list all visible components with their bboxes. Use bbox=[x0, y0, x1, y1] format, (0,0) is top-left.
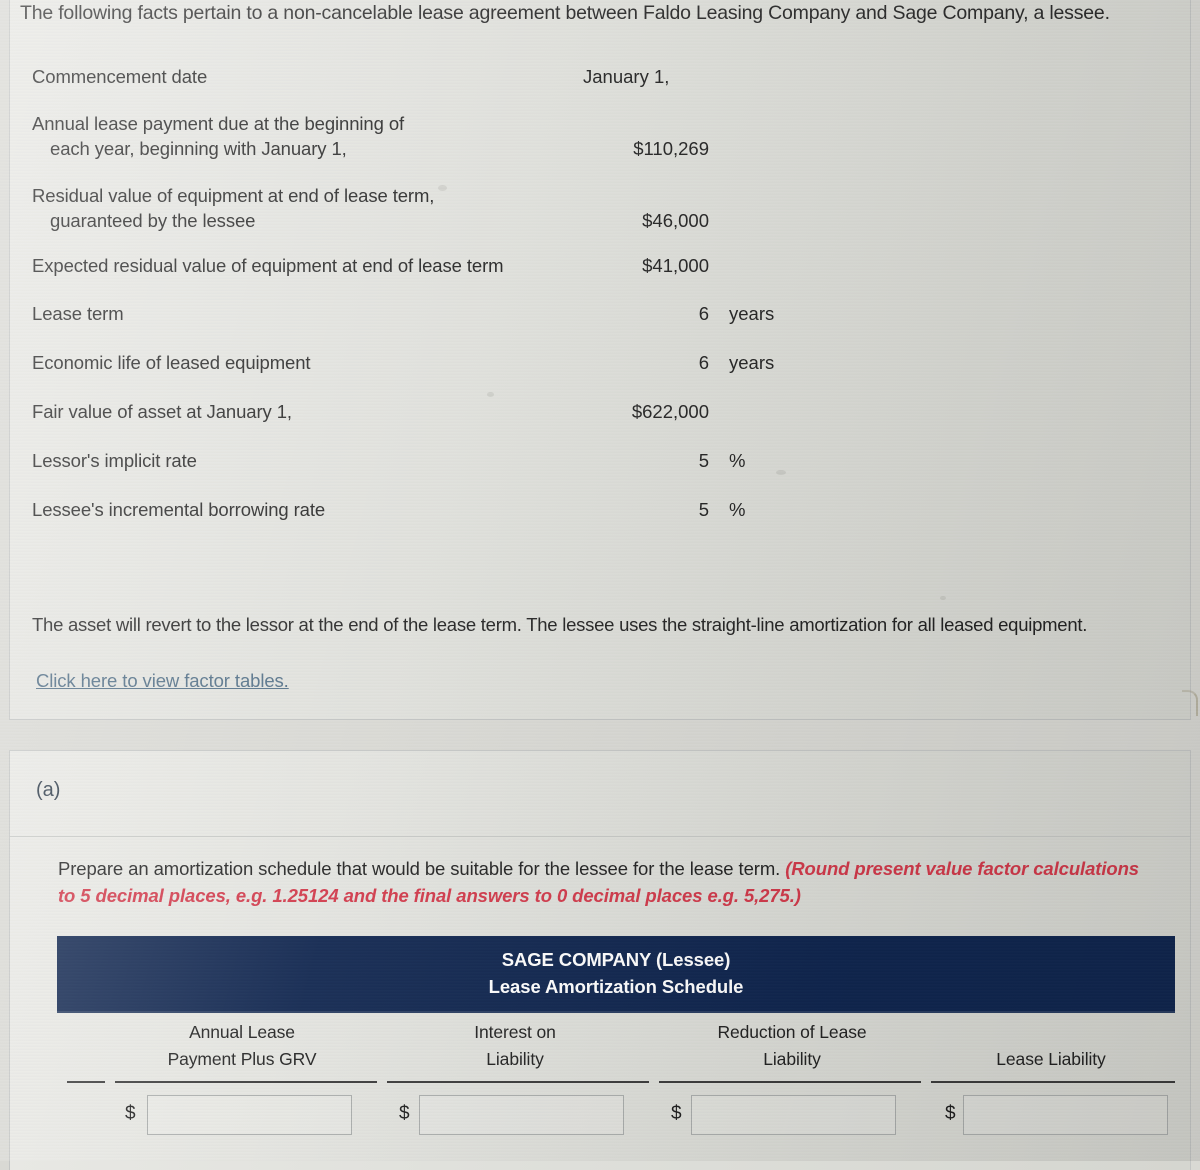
fact-row-annual-lease-payment: Annual lease payment due at the beginnin… bbox=[32, 111, 1172, 161]
column-rule-annual-lease-payment bbox=[115, 1081, 377, 1083]
currency-symbol-interest-on-liability: $ bbox=[399, 1103, 410, 1124]
fact-label: Lessee's incremental borrowing rate bbox=[32, 497, 577, 522]
fact-row-lease-term: Lease term 6 years bbox=[32, 301, 1172, 326]
fact-label-line1: Expected residual value of equipment at … bbox=[32, 255, 504, 276]
fact-label-line1: Residual value of equipment at end of le… bbox=[32, 185, 435, 206]
column-header-line1: Interest on bbox=[474, 1022, 556, 1042]
fact-label: Annual lease payment due at the beginnin… bbox=[32, 111, 577, 161]
fact-label: Lease term bbox=[32, 301, 577, 326]
schedule-column-headers: Annual Lease Payment Plus GRV Interest o… bbox=[57, 1013, 1175, 1085]
column-header-interest-on-liability: Interest on Liability bbox=[385, 1019, 645, 1073]
fact-unit: % bbox=[729, 499, 746, 520]
column-header-line1: Reduction of Lease bbox=[717, 1022, 867, 1042]
lease-amortization-schedule: SAGE COMPANY (Lessee) Lease Amortization… bbox=[57, 936, 1175, 1159]
fact-unit: % bbox=[729, 450, 746, 471]
factor-tables-link[interactable]: Click here to view factor tables. bbox=[36, 670, 289, 692]
part-divider bbox=[10, 836, 1190, 837]
column-header-line2: Liability bbox=[763, 1049, 821, 1069]
fact-label-line2: guaranteed by the lessee bbox=[50, 210, 256, 231]
fact-row-lessor-implicit-rate: Lessor's implicit rate 5 % bbox=[32, 448, 1172, 473]
fact-row-residual-value-guaranteed: Residual value of equipment at end of le… bbox=[32, 183, 1172, 233]
fact-label: Economic life of leased equipment bbox=[32, 350, 577, 375]
fact-label: Fair value of asset at January 1, bbox=[32, 399, 577, 424]
currency-symbol-annual-lease-payment: $ bbox=[125, 1103, 136, 1124]
fact-row-economic-life: Economic life of leased equipment 6 year… bbox=[32, 350, 1172, 375]
fact-label: Residual value of equipment at end of le… bbox=[32, 183, 577, 233]
fact-row-lessee-borrowing-rate: Lessee's incremental borrowing rate 5 % bbox=[32, 497, 1172, 522]
input-interest-on-liability[interactable] bbox=[419, 1095, 624, 1135]
prompt-plain-text: Prepare an amortization schedule that wo… bbox=[58, 858, 786, 879]
fact-label-line1: Economic life of leased equipment bbox=[32, 352, 311, 373]
fact-unit: years bbox=[729, 352, 775, 373]
fact-unit: years bbox=[729, 303, 775, 324]
fact-row-expected-residual-value: Expected residual value of equipment at … bbox=[32, 253, 1172, 278]
exercise-page: The following facts pertain to a non-can… bbox=[0, 0, 1200, 1170]
fact-label: Commencement date bbox=[32, 64, 577, 89]
fact-row-commencement-date: Commencement date January 1, bbox=[32, 64, 1172, 89]
fact-label-line1: Fair value of asset at January 1, bbox=[32, 401, 292, 422]
intro-text: The following facts pertain to a non-can… bbox=[20, 2, 1110, 24]
input-reduction-of-lease-liability[interactable] bbox=[691, 1095, 896, 1135]
fact-label-line1: Commencement date bbox=[32, 66, 208, 87]
column-rule-reduction-of-lease-liability bbox=[659, 1081, 921, 1083]
fact-label-line2: each year, beginning with January 1, bbox=[50, 138, 347, 159]
part-letter: (a) bbox=[36, 779, 61, 801]
column-header-line2: Liability bbox=[486, 1049, 544, 1069]
schedule-title-line1: SAGE COMPANY (Lessee) bbox=[501, 949, 731, 970]
lease-facts-list: Commencement date January 1, Annual leas… bbox=[32, 64, 1172, 534]
currency-symbol-lease-liability: $ bbox=[945, 1103, 956, 1124]
fact-value: 6 bbox=[698, 352, 709, 373]
fact-value: $46,000 bbox=[642, 210, 709, 231]
fact-row-fair-value: Fair value of asset at January 1, $622,0… bbox=[32, 399, 1172, 424]
column-header-annual-lease-payment: Annual Lease Payment Plus GRV bbox=[112, 1019, 372, 1073]
lease-facts-panel: The following facts pertain to a non-can… bbox=[9, 0, 1191, 720]
fact-value: 5 bbox=[698, 450, 709, 471]
schedule-input-row: $ $ $ $ bbox=[57, 1085, 1175, 1159]
schedule-title-bar: SAGE COMPANY (Lessee) Lease Amortization… bbox=[57, 936, 1175, 1013]
fact-label: Lessor's implicit rate bbox=[32, 448, 577, 473]
fact-label-line1: Lessor's implicit rate bbox=[32, 450, 197, 471]
fact-value: $110,269 bbox=[633, 138, 709, 159]
column-header-lease-liability: Lease Liability bbox=[927, 1046, 1175, 1073]
fact-value: $622,000 bbox=[631, 401, 709, 422]
asset-revert-note: The asset will revert to the lessor at t… bbox=[32, 614, 1088, 635]
schedule-title-line2: Lease Amortization Schedule bbox=[488, 976, 744, 997]
part-a-panel: (a) Prepare an amortization schedule tha… bbox=[9, 750, 1191, 1170]
column-header-line2: Lease Liability bbox=[996, 1049, 1106, 1069]
column-header-line1: Annual Lease bbox=[189, 1022, 295, 1042]
fact-label-line1: Lease term bbox=[32, 303, 124, 324]
input-annual-lease-payment[interactable] bbox=[147, 1095, 352, 1135]
column-header-reduction-of-lease-liability: Reduction of Lease Liability bbox=[657, 1019, 927, 1073]
fact-value: January 1, bbox=[583, 66, 670, 87]
fact-label-line1: Annual lease payment due at the beginnin… bbox=[32, 113, 405, 134]
column-rule-stub bbox=[67, 1081, 105, 1083]
input-lease-liability[interactable] bbox=[963, 1095, 1168, 1135]
fact-label: Expected residual value of equipment at … bbox=[32, 253, 577, 278]
fact-value: 6 bbox=[698, 303, 709, 324]
question-prompt: Prepare an amortization schedule that wo… bbox=[58, 855, 1148, 909]
column-header-line2: Payment Plus GRV bbox=[167, 1049, 317, 1069]
column-rule-interest-on-liability bbox=[387, 1081, 649, 1083]
fact-label-line1: Lessee's incremental borrowing rate bbox=[32, 499, 326, 520]
currency-symbol-reduction-of-lease-liability: $ bbox=[671, 1103, 682, 1124]
column-rule-lease-liability bbox=[931, 1081, 1175, 1083]
fact-value: $41,000 bbox=[642, 255, 709, 276]
fact-value: 5 bbox=[698, 499, 709, 520]
